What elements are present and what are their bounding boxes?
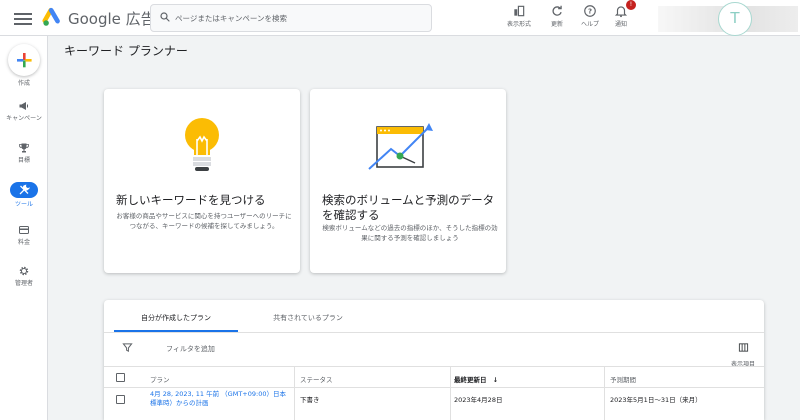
top-app-bar: Google 広告 表示形式 更新 ? ヘルプ ! 通知 (0, 0, 800, 36)
notification-badge: ! (626, 0, 636, 10)
sidebar-item-tools[interactable]: ツール (0, 182, 48, 208)
tabs-divider (104, 332, 764, 333)
table-row: 4月 28, 2023, 11 午前 （GMT+09:00）日本標準時）からの計… (104, 388, 764, 420)
card-title: 新しいキーワードを見つける (116, 193, 266, 207)
notifications-label: 通知 (614, 21, 627, 28)
create-button[interactable] (8, 44, 40, 76)
menu-icon[interactable] (14, 10, 32, 26)
trophy-icon (19, 143, 29, 153)
svg-text:?: ? (588, 8, 592, 16)
add-filter-button[interactable]: フィルタを追加 (166, 344, 215, 354)
tab-my-plans[interactable]: 自分が作成したプラン (114, 300, 238, 332)
select-all-checkbox[interactable] (116, 373, 125, 382)
sidebar-item-label: 料金 (17, 239, 30, 246)
table-header: プラン ステータス 最終更新日 ↓ 予測期間 (104, 366, 764, 420)
help-button[interactable]: ? ヘルプ (573, 3, 607, 33)
help-label: ヘルプ (580, 21, 599, 28)
gear-icon (19, 266, 29, 276)
forecast-card[interactable]: 検索のボリュームと予測のデータを確認する 検索ボリュームなどの過去の指標のほか、… (310, 89, 506, 273)
sort-down-icon: ↓ (492, 376, 499, 384)
card-description: 検索ボリュームなどの過去の指標のほか、そうした指標の効果に関する予測を確認しまし… (322, 224, 498, 242)
sidebar-item-billing[interactable]: 料金 (0, 224, 48, 246)
sidebar-item-campaigns[interactable]: キャンペーン (0, 100, 48, 122)
product-name: Google 広告 (68, 10, 156, 28)
billing-icon (19, 226, 29, 234)
notifications-button[interactable]: ! 通知 (604, 0, 638, 33)
tools-icon (19, 184, 30, 195)
sidebar-item-label: キャンペーン (6, 115, 42, 122)
sidebar-item-label: ツール (14, 201, 33, 208)
search-box[interactable] (150, 4, 432, 32)
card-title: 検索のボリュームと予測のデータを確認する (322, 193, 495, 222)
search-input[interactable] (175, 9, 425, 27)
plan-name-link[interactable]: 4月 28, 2023, 11 午前 （GMT+09:00）日本標準時）からの計… (150, 390, 290, 408)
card-description: お客様の商品やサービスに関心を持つユーザーへのリーチにつながる、キーワードの候補… (116, 212, 292, 230)
trend-chart-icon (368, 123, 433, 170)
search-icon (160, 12, 170, 22)
avatar-letter: T (730, 9, 740, 27)
create-label: 作成 (17, 80, 30, 87)
row-checkbox[interactable] (116, 395, 125, 404)
page-title: キーワード プランナー (64, 44, 188, 58)
megaphone-icon (19, 102, 28, 110)
plans-table-panel: 自分が作成したプラン 共有されているプラン フィルタを追加 表示項目 プラン ス… (104, 300, 764, 420)
plan-last-updated: 2023年4月28日 (454, 396, 503, 404)
sidebar-item-label: 管理者 (14, 280, 33, 287)
column-header-last-updated[interactable]: 最終更新日 ↓ (454, 374, 498, 384)
side-navigation: 作成 キャンペーン 目標 ツール 料金 管理者 (0, 36, 48, 420)
avatar[interactable]: T (718, 2, 752, 36)
refresh-icon (552, 5, 562, 16)
sidebar-item-label: 目標 (17, 157, 30, 164)
plus-icon (17, 53, 32, 68)
refresh-button[interactable]: 更新 (540, 3, 574, 33)
view-mode-button[interactable]: 表示形式 (502, 3, 536, 33)
lightbulb-icon (185, 118, 219, 171)
refresh-label: 更新 (550, 21, 563, 28)
columns-icon (738, 343, 748, 352)
sidebar-item-goals[interactable]: 目標 (0, 142, 48, 164)
column-header-forecast-period[interactable]: 予測期間 (610, 374, 636, 384)
discover-keywords-card[interactable]: 新しいキーワードを見つける お客様の商品やサービスに関心を持つユーザーへのリーチ… (104, 89, 300, 273)
help-icon: ? (584, 5, 596, 17)
column-header-status[interactable]: ステータス (300, 374, 333, 384)
filter-icon[interactable] (122, 342, 133, 353)
view-mode-label: 表示形式 (506, 21, 531, 28)
plan-forecast-period: 2023年5月1日～31日（来月） (610, 396, 702, 404)
columns-button[interactable]: 表示項目 (726, 338, 760, 368)
google-ads-logo (42, 7, 60, 26)
column-header-plan[interactable]: プラン (150, 374, 170, 384)
view-mode-icon (514, 5, 525, 17)
sidebar-item-admin[interactable]: 管理者 (0, 265, 48, 287)
column-header-label: 最終更新日 (454, 376, 487, 384)
active-indicator (10, 182, 38, 198)
plan-status: 下書き (300, 396, 320, 404)
tab-shared-plans[interactable]: 共有されているプラン (238, 300, 378, 332)
